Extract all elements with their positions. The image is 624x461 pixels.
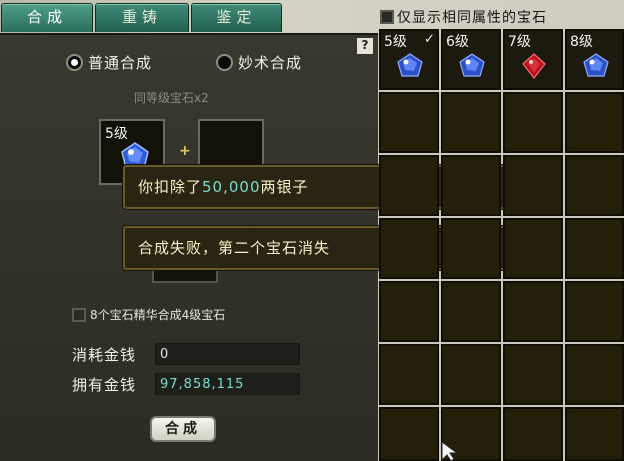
gem-level-label: 7级 bbox=[508, 34, 531, 50]
empty-gem-cell[interactable] bbox=[379, 155, 439, 216]
essence-label: 8个宝石精华合成4级宝石 bbox=[90, 308, 226, 322]
empty-gem-cell[interactable] bbox=[503, 155, 563, 216]
filter-checkbox[interactable] bbox=[380, 10, 394, 24]
empty-gem-cell[interactable] bbox=[503, 344, 563, 405]
empty-gem-cell[interactable] bbox=[565, 218, 624, 279]
empty-gem-cell[interactable] bbox=[379, 344, 439, 405]
red-gem-icon bbox=[522, 53, 546, 79]
owned-value: 97,858,115 bbox=[155, 373, 300, 395]
blue-gem-icon bbox=[397, 53, 423, 77]
empty-gem-cell[interactable] bbox=[565, 407, 624, 461]
same-attribute-filter[interactable]: 仅显示相同属性的宝石 bbox=[380, 7, 547, 27]
merge-button[interactable]: 合成 bbox=[150, 416, 216, 442]
plus-icon: + bbox=[179, 143, 191, 159]
essence-option[interactable]: 8个宝石精华合成4级宝石 bbox=[72, 306, 225, 323]
empty-gem-cell[interactable] bbox=[503, 281, 563, 342]
empty-gem-cell[interactable] bbox=[565, 281, 624, 342]
mode-special-label: 妙术合成 bbox=[238, 54, 303, 72]
owned-label: 拥有金钱 bbox=[72, 376, 137, 394]
empty-gem-cell[interactable] bbox=[441, 344, 501, 405]
mode-normal-label: 普通合成 bbox=[88, 54, 153, 72]
gem-cell[interactable]: 5级 ✓ bbox=[379, 29, 439, 90]
filter-label: 仅显示相同属性的宝石 bbox=[397, 10, 547, 26]
radio-unselected-icon[interactable] bbox=[216, 54, 233, 71]
cost-label: 消耗金钱 bbox=[72, 346, 137, 364]
tab-merge[interactable]: 合成 bbox=[1, 3, 93, 32]
gem-level-label: 8级 bbox=[570, 34, 593, 50]
tab-recast[interactable]: 重铸 bbox=[95, 3, 189, 32]
empty-gem-cell[interactable] bbox=[441, 281, 501, 342]
mode-special[interactable]: 妙术合成 bbox=[216, 52, 302, 73]
empty-gem-cell[interactable] bbox=[379, 92, 439, 153]
gem-cell[interactable]: 7级 bbox=[503, 29, 563, 90]
check-icon: ✓ bbox=[424, 32, 435, 47]
requirement-subtitle: 同等级宝石x2 bbox=[134, 91, 209, 105]
essence-checkbox[interactable] bbox=[72, 307, 86, 322]
slot-level-label: 5级 bbox=[105, 126, 128, 142]
tab-appraise[interactable]: 鉴定 bbox=[191, 3, 282, 32]
empty-gem-cell[interactable] bbox=[379, 407, 439, 461]
help-icon[interactable]: ? bbox=[356, 37, 374, 55]
mode-normal[interactable]: 普通合成 bbox=[66, 52, 152, 73]
radio-selected-icon[interactable] bbox=[66, 54, 83, 71]
toast-deduction-suffix: 两银子 bbox=[260, 178, 309, 196]
empty-gem-cell[interactable] bbox=[441, 92, 501, 153]
blue-gem-icon bbox=[459, 53, 485, 77]
cost-value: 0 bbox=[155, 343, 300, 365]
empty-gem-cell[interactable] bbox=[565, 344, 624, 405]
empty-gem-cell[interactable] bbox=[565, 155, 624, 216]
gem-cell[interactable]: 8级 bbox=[565, 29, 624, 90]
gem-cell[interactable]: 6级 bbox=[441, 29, 501, 90]
toast-deduction-prefix: 你扣除了 bbox=[138, 178, 203, 196]
empty-gem-cell[interactable] bbox=[503, 218, 563, 279]
gem-level-label: 5级 bbox=[384, 34, 407, 50]
toast-deduction-amount: 50,000 bbox=[202, 178, 261, 196]
blue-gem-icon bbox=[583, 53, 609, 77]
empty-gem-cell[interactable] bbox=[503, 407, 563, 461]
gem-level-label: 6级 bbox=[446, 34, 469, 50]
empty-gem-cell[interactable] bbox=[379, 218, 439, 279]
empty-gem-cell[interactable] bbox=[565, 92, 624, 153]
mouse-cursor-icon bbox=[441, 441, 459, 461]
empty-gem-cell[interactable] bbox=[441, 218, 501, 279]
empty-gem-cell[interactable] bbox=[503, 92, 563, 153]
empty-gem-cell[interactable] bbox=[441, 155, 501, 216]
empty-gem-cell[interactable] bbox=[379, 281, 439, 342]
